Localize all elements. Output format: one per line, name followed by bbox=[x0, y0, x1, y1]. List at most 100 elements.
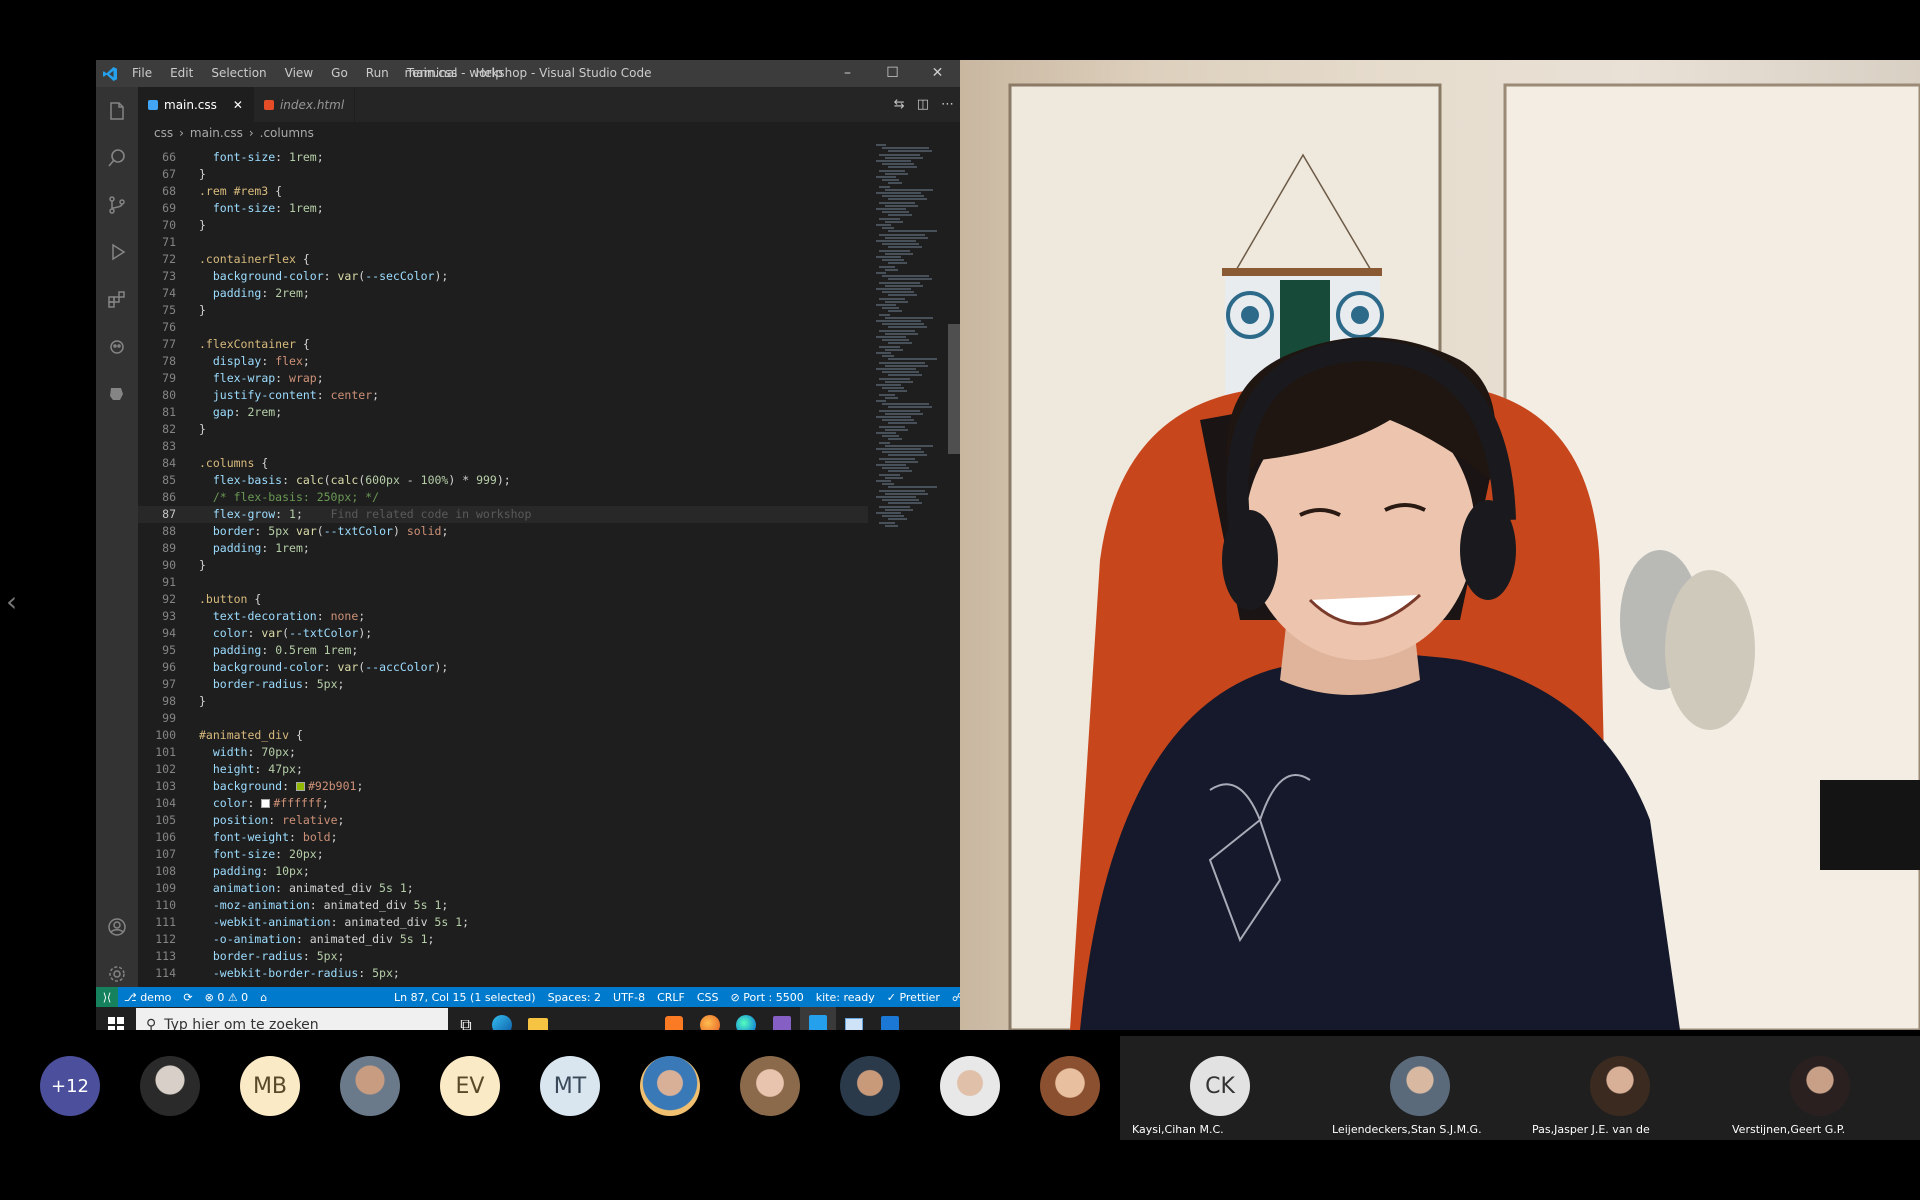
code-line[interactable]: 89 padding: 1rem; bbox=[138, 540, 868, 557]
firefox-dev-icon[interactable] bbox=[728, 1007, 764, 1030]
branch-indicator[interactable]: ⎇ demo bbox=[118, 991, 177, 1004]
participant-avatar[interactable] bbox=[940, 1056, 1000, 1116]
sync-icon[interactable]: ⟳ bbox=[177, 991, 198, 1004]
code-line[interactable]: 101 width: 70px; bbox=[138, 744, 868, 761]
cursor-position[interactable]: Ln 87, Col 15 (1 selected) bbox=[388, 991, 542, 1004]
minimap[interactable] bbox=[876, 144, 946, 644]
participant-avatar[interactable] bbox=[640, 1056, 700, 1116]
extensions-icon[interactable] bbox=[96, 275, 138, 322]
account-icon[interactable] bbox=[96, 903, 138, 950]
line-ending[interactable]: CRLF bbox=[651, 991, 691, 1004]
code-line[interactable]: 102 height: 47px; bbox=[138, 761, 868, 778]
code-line[interactable]: 100 #animated_div { bbox=[138, 727, 868, 744]
code-line[interactable]: 83 bbox=[138, 438, 868, 455]
code-line[interactable]: 86 /* flex-basis: 250px; */ bbox=[138, 489, 868, 506]
menu-selection[interactable]: Selection bbox=[203, 60, 274, 87]
open-changes-icon[interactable]: ⇆ bbox=[894, 97, 905, 112]
indentation[interactable]: Spaces: 2 bbox=[542, 991, 607, 1004]
code-line[interactable]: 66 font-size: 1rem; bbox=[138, 149, 868, 166]
code-line[interactable]: 111 -webkit-animation: animated_div 5s 1… bbox=[138, 914, 868, 931]
participant-avatar[interactable] bbox=[140, 1056, 200, 1116]
code-line[interactable]: 69 font-size: 1rem; bbox=[138, 200, 868, 217]
code-line[interactable]: 74 padding: 2rem; bbox=[138, 285, 868, 302]
participant-avatar[interactable]: EV bbox=[440, 1056, 500, 1116]
home-icon[interactable]: ⌂ bbox=[254, 991, 273, 1004]
code-line[interactable]: 92 .button { bbox=[138, 591, 868, 608]
minimize-icon[interactable]: – bbox=[825, 60, 870, 87]
close-icon[interactable]: ✕ bbox=[915, 60, 960, 87]
code-line[interactable]: 87 flex-grow: 1; Find related code in wo… bbox=[138, 506, 868, 523]
code-line[interactable]: 67} bbox=[138, 166, 868, 183]
run-debug-icon[interactable] bbox=[96, 228, 138, 275]
chevron-left-icon[interactable]: ‹ bbox=[6, 585, 17, 618]
menu-edit[interactable]: Edit bbox=[162, 60, 201, 87]
code-line[interactable]: 104 color: #ffffff; bbox=[138, 795, 868, 812]
edge-icon[interactable] bbox=[484, 1007, 520, 1030]
folder-window-icon[interactable] bbox=[836, 1007, 872, 1030]
outlook-icon[interactable] bbox=[872, 1007, 908, 1030]
code-line[interactable]: 88 border: 5px var(--txtColor) solid; bbox=[138, 523, 868, 540]
xampp-icon[interactable] bbox=[656, 1007, 692, 1030]
participant-avatar[interactable] bbox=[1040, 1056, 1100, 1116]
editor-scrollbar[interactable] bbox=[948, 144, 960, 987]
more-participants-button[interactable]: +12 bbox=[40, 1056, 100, 1116]
code-line[interactable]: 90} bbox=[138, 557, 868, 574]
code-line[interactable]: 112 -o-animation: animated_div 5s 1; bbox=[138, 931, 868, 948]
language-mode[interactable]: CSS bbox=[691, 991, 725, 1004]
maximize-icon[interactable]: ☐ bbox=[870, 60, 915, 87]
explorer-icon[interactable] bbox=[96, 87, 138, 134]
code-line[interactable]: 113 border-radius: 5px; bbox=[138, 948, 868, 965]
code-line[interactable]: 68 .rem #rem3 { bbox=[138, 183, 868, 200]
feedback-icon[interactable]: ☍ bbox=[946, 991, 960, 1004]
breadcrumb-file[interactable]: main.css bbox=[190, 126, 243, 140]
breadcrumb-folder[interactable]: css bbox=[154, 126, 173, 140]
code-line[interactable]: 105 position: relative; bbox=[138, 812, 868, 829]
code-line[interactable]: 75} bbox=[138, 302, 868, 319]
code-line[interactable]: 98} bbox=[138, 693, 868, 710]
participant-tile[interactable]: Leijendeckers,Stan S.J.M.G. bbox=[1320, 1036, 1520, 1140]
code-line[interactable]: 79 flex-wrap: wrap; bbox=[138, 370, 868, 387]
scrollbar-thumb[interactable] bbox=[948, 324, 960, 454]
split-editor-icon[interactable]: ◫ bbox=[917, 97, 929, 112]
live-share-icon[interactable] bbox=[96, 322, 138, 369]
code-line[interactable]: 77 .flexContainer { bbox=[138, 336, 868, 353]
participant-avatar[interactable] bbox=[740, 1056, 800, 1116]
participant-avatar[interactable] bbox=[340, 1056, 400, 1116]
code-line[interactable]: 96 background-color: var(--accColor); bbox=[138, 659, 868, 676]
participant-avatar[interactable] bbox=[840, 1056, 900, 1116]
menu-run[interactable]: Run bbox=[358, 60, 397, 87]
code-line[interactable]: 73 background-color: var(--secColor); bbox=[138, 268, 868, 285]
participant-tile[interactable]: CK Kaysi,Cihan M.C. bbox=[1120, 1036, 1320, 1140]
code-line[interactable]: 109 animation: animated_div 5s 1; bbox=[138, 880, 868, 897]
menu-view[interactable]: View bbox=[277, 60, 321, 87]
participant-avatar[interactable]: MT bbox=[540, 1056, 600, 1116]
code-line[interactable]: 91 bbox=[138, 574, 868, 591]
code-line[interactable]: 95 padding: 0.5rem 1rem; bbox=[138, 642, 868, 659]
firefox-icon[interactable] bbox=[692, 1007, 728, 1030]
code-line[interactable]: 110 -moz-animation: animated_div 5s 1; bbox=[138, 897, 868, 914]
code-line[interactable]: 81 gap: 2rem; bbox=[138, 404, 868, 421]
participant-tile[interactable]: Pas,Jasper J.E. van de bbox=[1520, 1036, 1720, 1140]
remote-icon[interactable]: ⟩⟨ bbox=[96, 987, 118, 1007]
menu-help[interactable]: Help bbox=[468, 60, 511, 87]
encoding[interactable]: UTF-8 bbox=[607, 991, 651, 1004]
code-line[interactable]: 108 padding: 10px; bbox=[138, 863, 868, 880]
taskbar-search[interactable]: ⚲ Typ hier om te zoeken bbox=[136, 1008, 448, 1030]
vscode-taskbar-icon[interactable] bbox=[800, 1007, 836, 1030]
tab-index-html[interactable]: index.html bbox=[254, 87, 356, 122]
problems-indicator[interactable]: ⊗ 0 ⚠ 0 bbox=[199, 991, 255, 1004]
prettier-status[interactable]: ✓ Prettier bbox=[881, 991, 946, 1004]
breadcrumb-symbol[interactable]: .columns bbox=[260, 126, 314, 140]
participant-tile[interactable]: Verstijnen,Geert G.P. bbox=[1720, 1036, 1920, 1140]
code-line[interactable]: 84 .columns { bbox=[138, 455, 868, 472]
code-line[interactable]: 76 bbox=[138, 319, 868, 336]
menu-file[interactable]: File bbox=[124, 60, 160, 87]
tab-close-icon[interactable]: ✕ bbox=[233, 98, 243, 112]
visual-studio-icon[interactable] bbox=[764, 1007, 800, 1030]
windows-start-icon[interactable] bbox=[96, 1007, 136, 1030]
docker-icon[interactable] bbox=[96, 369, 138, 416]
source-control-icon[interactable] bbox=[96, 181, 138, 228]
code-line[interactable]: 97 border-radius: 5px; bbox=[138, 676, 868, 693]
search-icon[interactable] bbox=[96, 134, 138, 181]
code-line[interactable]: 93 text-decoration: none; bbox=[138, 608, 868, 625]
